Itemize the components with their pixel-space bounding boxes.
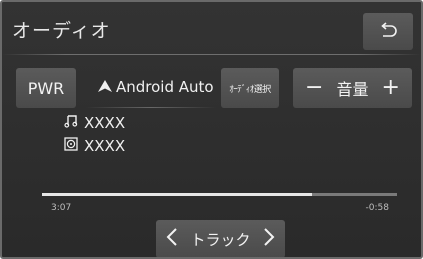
source-name-label: Android Auto (116, 78, 214, 96)
song-row: XXXX (64, 114, 125, 132)
chevron-right-icon[interactable] (263, 228, 275, 250)
volume-control: − 音量 + (293, 68, 412, 108)
audio-source-select-button[interactable]: ｵｰﾃﾞｨｵ選択 (221, 68, 279, 108)
album-title: XXXX (84, 137, 126, 155)
track-label: トラック (190, 230, 251, 249)
track-control: トラック (156, 220, 285, 257)
song-title: XXXX (84, 114, 126, 132)
header-divider (2, 54, 421, 55)
progress-bar[interactable] (42, 193, 397, 196)
volume-up-button[interactable]: + (382, 77, 400, 99)
chevron-left-icon[interactable] (166, 228, 178, 250)
source-divider (86, 107, 216, 108)
power-button[interactable]: PWR (16, 68, 76, 108)
source-name: Android Auto (98, 78, 214, 96)
volume-down-button[interactable]: − (305, 77, 323, 99)
top-bar: オーディオ (2, 2, 421, 57)
volume-label: 音量 (336, 80, 369, 99)
album-row: XXXX (64, 137, 125, 155)
audio-screen: オーディオ PWR Android Auto ｵｰﾃﾞｨｵ選択 − 音量 + X… (0, 0, 423, 259)
return-arrow-icon (378, 21, 398, 42)
remaining-time: -0:58 (365, 203, 389, 213)
progress-bar-fill (42, 193, 312, 196)
page-title: オーディオ (12, 20, 111, 42)
album-icon (64, 137, 78, 155)
elapsed-time: 3:07 (51, 203, 72, 213)
music-note-icon (64, 114, 78, 132)
android-auto-icon (98, 78, 112, 96)
back-button[interactable] (363, 13, 413, 50)
